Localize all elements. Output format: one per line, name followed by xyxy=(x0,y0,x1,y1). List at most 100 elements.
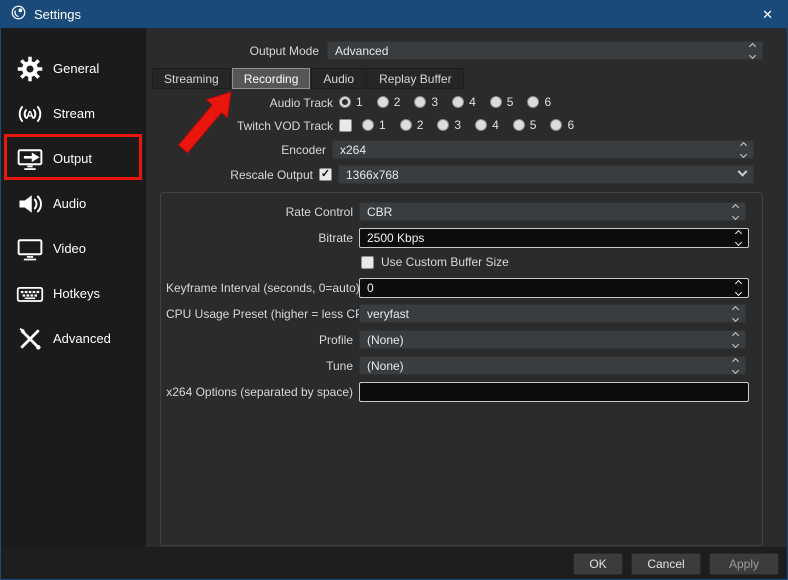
audio-track-radio-6[interactable] xyxy=(527,96,540,108)
radio-label: 1 xyxy=(356,95,363,109)
twitch-vod-radio-4[interactable] xyxy=(475,119,488,131)
sidebar-item-stream[interactable]: A Stream xyxy=(1,91,146,136)
close-icon[interactable]: ✕ xyxy=(758,7,777,23)
output-tabbar: Streaming Recording Audio Replay Buffer xyxy=(152,68,465,89)
audio-track-radio-3[interactable] xyxy=(414,96,427,108)
radio-label: 3 xyxy=(454,118,462,132)
sidebar-item-general[interactable]: General xyxy=(1,46,146,91)
twitch-vod-radio-5[interactable] xyxy=(512,119,525,131)
tune-label: Tune xyxy=(326,359,353,373)
radio-label: 5 xyxy=(506,95,514,109)
spinner-arrows-icon[interactable] xyxy=(734,229,743,247)
sidebar: General A Stream Output Audio Video Hotk… xyxy=(1,28,146,547)
x264-options-label: x264 Options (separated by space) xyxy=(166,385,353,399)
keyframe-interval-value: 0 xyxy=(367,281,374,295)
audio-track-radio-5[interactable] xyxy=(489,96,502,108)
spinner-arrows-icon[interactable] xyxy=(731,203,740,220)
output-mode-value: Advanced xyxy=(335,43,389,58)
audio-track-radios: 1 2 3 4 5 6 xyxy=(339,95,565,109)
radio-label: 6 xyxy=(567,118,575,132)
rate-control-select[interactable]: CBR xyxy=(359,202,746,221)
radio-label: 4 xyxy=(469,95,476,109)
bitrate-value: 2500 Kbps xyxy=(367,231,425,245)
custom-buffer-row: Use Custom Buffer Size xyxy=(361,255,509,269)
rescale-output-label: Rescale Output xyxy=(230,168,313,182)
rescale-resolution-value: 1366x768 xyxy=(346,167,399,182)
video-icon xyxy=(13,235,47,263)
radio-label: 4 xyxy=(492,118,499,132)
twitch-vod-radio-6[interactable] xyxy=(550,119,563,131)
keyframe-interval-label: Keyframe Interval (seconds, 0=auto) xyxy=(166,281,360,295)
sidebar-item-audio[interactable]: Audio xyxy=(1,181,146,226)
cpu-preset-label: CPU Usage Preset (higher = less CPU) xyxy=(166,307,376,321)
keyframe-interval-input[interactable]: 0 xyxy=(359,278,749,298)
output-mode-select[interactable]: Advanced xyxy=(327,41,763,60)
radio-label: 2 xyxy=(393,95,401,109)
tab-streaming[interactable]: Streaming xyxy=(152,68,231,89)
ok-button[interactable]: OK xyxy=(573,553,623,575)
twitch-vod-radio-2[interactable] xyxy=(399,119,412,131)
twitch-vod-radio-3[interactable] xyxy=(437,119,450,131)
sidebar-item-label: Video xyxy=(53,241,87,256)
sidebar-item-advanced[interactable]: Advanced xyxy=(1,316,146,361)
x264-options-input[interactable] xyxy=(359,382,749,402)
footer-bar: OK Cancel Apply xyxy=(1,547,787,579)
radio-label: 3 xyxy=(431,95,439,109)
encoder-value: x264 xyxy=(340,142,367,157)
twitch-vod-checkbox[interactable] xyxy=(339,118,352,132)
sidebar-item-label: Audio xyxy=(53,196,87,211)
annotation-highlight-rect xyxy=(4,134,142,180)
profile-select[interactable]: (None) xyxy=(359,330,746,349)
settings-window: Settings ✕ General A Stream Output Audio… xyxy=(0,0,788,580)
sidebar-item-label: Stream xyxy=(53,106,95,121)
tab-recording[interactable]: Recording xyxy=(231,68,311,89)
audio-track-radio-2[interactable] xyxy=(376,96,389,108)
encoder-select[interactable]: x264 xyxy=(332,140,754,159)
custom-buffer-checkbox[interactable] xyxy=(361,255,374,269)
advanced-icon xyxy=(13,325,47,353)
profile-value: (None) xyxy=(367,332,404,347)
twitch-vod-controls: 1 2 3 4 5 6 xyxy=(339,118,588,132)
radio-label: 6 xyxy=(544,95,552,109)
audio-track-radio-4[interactable] xyxy=(452,96,465,108)
tune-value: (None) xyxy=(367,358,404,373)
svg-text:A: A xyxy=(26,109,34,121)
audio-icon xyxy=(13,190,47,218)
cpu-preset-value: veryfast xyxy=(367,306,410,321)
chevron-down-icon[interactable] xyxy=(737,166,748,177)
radio-label: 5 xyxy=(529,118,537,132)
spinner-arrows-icon[interactable] xyxy=(731,357,740,374)
sidebar-item-label: Advanced xyxy=(53,331,111,346)
radio-label: 2 xyxy=(416,118,424,132)
gear-icon xyxy=(13,55,47,83)
spinner-arrows-icon[interactable] xyxy=(734,279,743,297)
tab-replay-buffer[interactable]: Replay Buffer xyxy=(367,68,464,89)
radio-label: 1 xyxy=(379,118,386,132)
twitch-vod-radio-1[interactable] xyxy=(362,119,374,131)
rescale-output-checkbox[interactable] xyxy=(319,168,332,181)
sidebar-item-video[interactable]: Video xyxy=(1,226,146,271)
sidebar-item-label: General xyxy=(53,61,100,76)
spinner-arrows-icon[interactable] xyxy=(731,305,740,322)
rate-control-label: Rate Control xyxy=(285,205,353,219)
obs-logo-icon xyxy=(11,5,26,25)
custom-buffer-label: Use Custom Buffer Size xyxy=(381,255,509,269)
apply-button[interactable]: Apply xyxy=(709,553,779,575)
rescale-resolution-select[interactable]: 1366x768 xyxy=(338,165,754,184)
titlebar: Settings ✕ xyxy=(1,1,787,28)
tab-audio[interactable]: Audio xyxy=(311,68,367,89)
spinner-arrows-icon[interactable] xyxy=(748,42,757,59)
annotation-arrow xyxy=(173,87,237,164)
cpu-preset-select[interactable]: veryfast xyxy=(359,304,746,323)
rate-control-value: CBR xyxy=(367,204,393,219)
output-mode-label: Output Mode xyxy=(249,44,319,58)
tune-select[interactable]: (None) xyxy=(359,356,746,375)
sidebar-item-label: Hotkeys xyxy=(53,286,100,301)
spinner-arrows-icon[interactable] xyxy=(739,141,748,158)
spinner-arrows-icon[interactable] xyxy=(731,331,740,348)
bitrate-input[interactable]: 2500 Kbps xyxy=(359,228,749,248)
cancel-button[interactable]: Cancel xyxy=(631,553,701,575)
sidebar-item-hotkeys[interactable]: Hotkeys xyxy=(1,271,146,316)
bitrate-label: Bitrate xyxy=(318,231,353,245)
audio-track-radio-1[interactable] xyxy=(339,96,351,108)
